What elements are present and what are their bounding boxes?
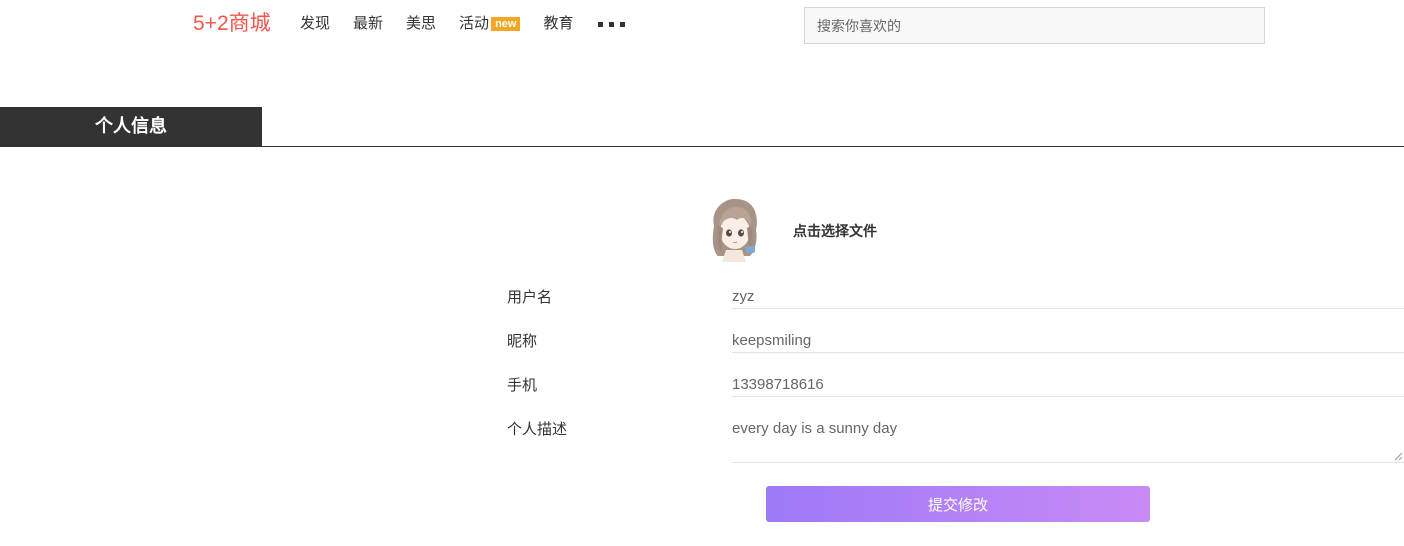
nav-item-latest[interactable]: 最新 bbox=[353, 14, 383, 34]
phone-field[interactable] bbox=[732, 373, 1404, 397]
main-nav: 发现 最新 美思 活动 new 教育 bbox=[300, 14, 626, 34]
choose-file-button[interactable]: 点击选择文件 bbox=[793, 222, 877, 240]
site-logo[interactable]: 5+2商城 bbox=[193, 11, 271, 37]
user-avatar[interactable] bbox=[704, 196, 764, 264]
nav-item-label: 最新 bbox=[353, 15, 384, 32]
more-dots-icon[interactable] bbox=[598, 14, 626, 34]
section-divider bbox=[0, 146, 1404, 147]
description-textarea[interactable]: every day is a sunny day bbox=[732, 419, 1404, 463]
nickname-field[interactable] bbox=[732, 329, 1404, 353]
resize-handle-icon[interactable] bbox=[1394, 452, 1403, 461]
submit-changes-button[interactable]: 提交修改 bbox=[766, 486, 1150, 522]
nav-item-label: 活动 bbox=[459, 15, 490, 32]
nav-item-label: 美思 bbox=[406, 15, 437, 32]
nickname-label: 昵称 bbox=[507, 333, 538, 350]
top-navigation-bar: 5+2商城 发现 最新 美思 活动 new 教育 bbox=[0, 0, 1404, 50]
nav-item-activity[interactable]: 活动 new bbox=[459, 14, 521, 34]
section-title: 个人信息 bbox=[0, 107, 262, 146]
nav-item-education[interactable]: 教育 bbox=[543, 14, 573, 34]
nav-item-label: 教育 bbox=[543, 15, 574, 32]
description-label: 个人描述 bbox=[507, 421, 568, 438]
nav-item-discover[interactable]: 发现 bbox=[300, 14, 330, 34]
avatar-illustration-icon bbox=[712, 198, 757, 262]
username-field[interactable] bbox=[732, 285, 1404, 309]
search-input[interactable] bbox=[804, 7, 1265, 44]
phone-label: 手机 bbox=[507, 377, 538, 394]
new-badge: new bbox=[491, 17, 521, 31]
nav-item-label: 发现 bbox=[300, 15, 331, 32]
username-label: 用户名 bbox=[507, 289, 553, 306]
nav-item-meisi[interactable]: 美思 bbox=[406, 14, 436, 34]
